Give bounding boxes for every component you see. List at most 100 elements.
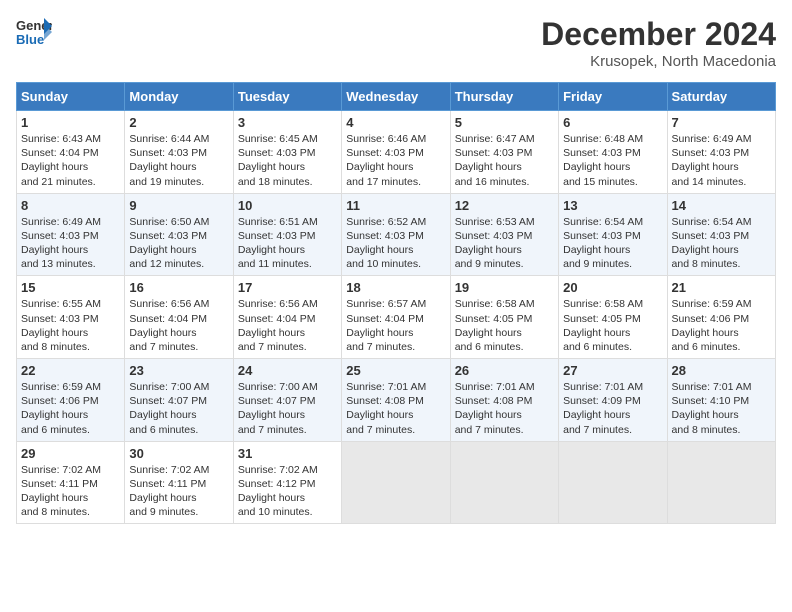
table-row: 10 Sunrise: 6:51 AM Sunset: 4:03 PM Dayl…	[233, 193, 341, 276]
calendar-week-row: 8 Sunrise: 6:49 AM Sunset: 4:03 PM Dayli…	[17, 193, 776, 276]
day-number: 1	[21, 115, 120, 130]
table-row: 8 Sunrise: 6:49 AM Sunset: 4:03 PM Dayli…	[17, 193, 125, 276]
day-number: 13	[563, 198, 662, 213]
table-row	[342, 441, 450, 524]
day-number: 16	[129, 280, 228, 295]
table-row: 17 Sunrise: 6:56 AM Sunset: 4:04 PM Dayl…	[233, 276, 341, 359]
day-info: Sunrise: 7:00 AM Sunset: 4:07 PM Dayligh…	[238, 381, 318, 436]
table-row: 25 Sunrise: 7:01 AM Sunset: 4:08 PM Dayl…	[342, 359, 450, 442]
day-info: Sunrise: 6:58 AM Sunset: 4:05 PM Dayligh…	[455, 298, 535, 353]
page-container: General Blue December 2024 Krusopek, Nor…	[0, 0, 792, 532]
day-info: Sunrise: 6:45 AM Sunset: 4:03 PM Dayligh…	[238, 133, 318, 188]
table-row: 29 Sunrise: 7:02 AM Sunset: 4:11 PM Dayl…	[17, 441, 125, 524]
day-number: 22	[21, 363, 120, 378]
col-monday: Monday	[125, 83, 233, 111]
day-info: Sunrise: 6:50 AM Sunset: 4:03 PM Dayligh…	[129, 216, 209, 271]
day-info: Sunrise: 7:01 AM Sunset: 4:09 PM Dayligh…	[563, 381, 643, 436]
day-number: 2	[129, 115, 228, 130]
table-row: 13 Sunrise: 6:54 AM Sunset: 4:03 PM Dayl…	[559, 193, 667, 276]
day-info: Sunrise: 7:00 AM Sunset: 4:07 PM Dayligh…	[129, 381, 209, 436]
table-row	[450, 441, 558, 524]
day-info: Sunrise: 6:48 AM Sunset: 4:03 PM Dayligh…	[563, 133, 643, 188]
day-info: Sunrise: 6:51 AM Sunset: 4:03 PM Dayligh…	[238, 216, 318, 271]
table-row: 11 Sunrise: 6:52 AM Sunset: 4:03 PM Dayl…	[342, 193, 450, 276]
table-row: 24 Sunrise: 7:00 AM Sunset: 4:07 PM Dayl…	[233, 359, 341, 442]
day-number: 11	[346, 198, 445, 213]
table-row	[559, 441, 667, 524]
table-row: 31 Sunrise: 7:02 AM Sunset: 4:12 PM Dayl…	[233, 441, 341, 524]
title-block: December 2024 Krusopek, North Macedonia	[541, 16, 776, 70]
location: Krusopek, North Macedonia	[541, 53, 776, 70]
day-number: 28	[672, 363, 771, 378]
day-number: 23	[129, 363, 228, 378]
day-number: 15	[21, 280, 120, 295]
day-number: 21	[672, 280, 771, 295]
day-info: Sunrise: 6:54 AM Sunset: 4:03 PM Dayligh…	[672, 216, 752, 271]
day-info: Sunrise: 6:59 AM Sunset: 4:06 PM Dayligh…	[21, 381, 101, 436]
day-number: 27	[563, 363, 662, 378]
calendar-week-row: 1 Sunrise: 6:43 AM Sunset: 4:04 PM Dayli…	[17, 111, 776, 194]
day-info: Sunrise: 6:55 AM Sunset: 4:03 PM Dayligh…	[21, 298, 101, 353]
day-info: Sunrise: 6:56 AM Sunset: 4:04 PM Dayligh…	[238, 298, 318, 353]
col-wednesday: Wednesday	[342, 83, 450, 111]
col-tuesday: Tuesday	[233, 83, 341, 111]
table-row: 20 Sunrise: 6:58 AM Sunset: 4:05 PM Dayl…	[559, 276, 667, 359]
day-number: 5	[455, 115, 554, 130]
table-row: 1 Sunrise: 6:43 AM Sunset: 4:04 PM Dayli…	[17, 111, 125, 194]
table-row: 26 Sunrise: 7:01 AM Sunset: 4:08 PM Dayl…	[450, 359, 558, 442]
day-number: 8	[21, 198, 120, 213]
day-info: Sunrise: 6:44 AM Sunset: 4:03 PM Dayligh…	[129, 133, 209, 188]
table-row: 3 Sunrise: 6:45 AM Sunset: 4:03 PM Dayli…	[233, 111, 341, 194]
logo-icon: General Blue	[16, 16, 52, 52]
table-row: 30 Sunrise: 7:02 AM Sunset: 4:11 PM Dayl…	[125, 441, 233, 524]
svg-text:Blue: Blue	[16, 32, 44, 47]
day-number: 29	[21, 446, 120, 461]
day-number: 26	[455, 363, 554, 378]
day-info: Sunrise: 7:02 AM Sunset: 4:12 PM Dayligh…	[238, 464, 318, 519]
day-number: 25	[346, 363, 445, 378]
day-number: 3	[238, 115, 337, 130]
table-row: 19 Sunrise: 6:58 AM Sunset: 4:05 PM Dayl…	[450, 276, 558, 359]
day-number: 30	[129, 446, 228, 461]
table-row: 5 Sunrise: 6:47 AM Sunset: 4:03 PM Dayli…	[450, 111, 558, 194]
table-row: 23 Sunrise: 7:00 AM Sunset: 4:07 PM Dayl…	[125, 359, 233, 442]
table-row: 21 Sunrise: 6:59 AM Sunset: 4:06 PM Dayl…	[667, 276, 775, 359]
table-row: 2 Sunrise: 6:44 AM Sunset: 4:03 PM Dayli…	[125, 111, 233, 194]
table-row: 28 Sunrise: 7:01 AM Sunset: 4:10 PM Dayl…	[667, 359, 775, 442]
day-info: Sunrise: 6:58 AM Sunset: 4:05 PM Dayligh…	[563, 298, 643, 353]
day-number: 10	[238, 198, 337, 213]
table-row: 16 Sunrise: 6:56 AM Sunset: 4:04 PM Dayl…	[125, 276, 233, 359]
calendar-week-row: 29 Sunrise: 7:02 AM Sunset: 4:11 PM Dayl…	[17, 441, 776, 524]
header-row: Sunday Monday Tuesday Wednesday Thursday…	[17, 83, 776, 111]
table-row: 9 Sunrise: 6:50 AM Sunset: 4:03 PM Dayli…	[125, 193, 233, 276]
logo: General Blue	[16, 16, 56, 52]
col-friday: Friday	[559, 83, 667, 111]
day-number: 18	[346, 280, 445, 295]
table-row	[667, 441, 775, 524]
table-row: 15 Sunrise: 6:55 AM Sunset: 4:03 PM Dayl…	[17, 276, 125, 359]
day-number: 17	[238, 280, 337, 295]
day-info: Sunrise: 6:53 AM Sunset: 4:03 PM Dayligh…	[455, 216, 535, 271]
table-row: 12 Sunrise: 6:53 AM Sunset: 4:03 PM Dayl…	[450, 193, 558, 276]
table-row: 7 Sunrise: 6:49 AM Sunset: 4:03 PM Dayli…	[667, 111, 775, 194]
table-row: 18 Sunrise: 6:57 AM Sunset: 4:04 PM Dayl…	[342, 276, 450, 359]
day-number: 4	[346, 115, 445, 130]
day-info: Sunrise: 6:54 AM Sunset: 4:03 PM Dayligh…	[563, 216, 643, 271]
month-title: December 2024	[541, 16, 776, 53]
day-info: Sunrise: 6:43 AM Sunset: 4:04 PM Dayligh…	[21, 133, 101, 188]
table-row: 4 Sunrise: 6:46 AM Sunset: 4:03 PM Dayli…	[342, 111, 450, 194]
day-info: Sunrise: 6:47 AM Sunset: 4:03 PM Dayligh…	[455, 133, 535, 188]
day-info: Sunrise: 6:49 AM Sunset: 4:03 PM Dayligh…	[21, 216, 101, 271]
day-number: 6	[563, 115, 662, 130]
day-info: Sunrise: 7:01 AM Sunset: 4:08 PM Dayligh…	[455, 381, 535, 436]
day-info: Sunrise: 6:52 AM Sunset: 4:03 PM Dayligh…	[346, 216, 426, 271]
day-number: 20	[563, 280, 662, 295]
day-info: Sunrise: 7:01 AM Sunset: 4:08 PM Dayligh…	[346, 381, 426, 436]
table-row: 6 Sunrise: 6:48 AM Sunset: 4:03 PM Dayli…	[559, 111, 667, 194]
table-row: 22 Sunrise: 6:59 AM Sunset: 4:06 PM Dayl…	[17, 359, 125, 442]
col-sunday: Sunday	[17, 83, 125, 111]
day-info: Sunrise: 6:57 AM Sunset: 4:04 PM Dayligh…	[346, 298, 426, 353]
day-number: 14	[672, 198, 771, 213]
day-number: 12	[455, 198, 554, 213]
day-number: 24	[238, 363, 337, 378]
